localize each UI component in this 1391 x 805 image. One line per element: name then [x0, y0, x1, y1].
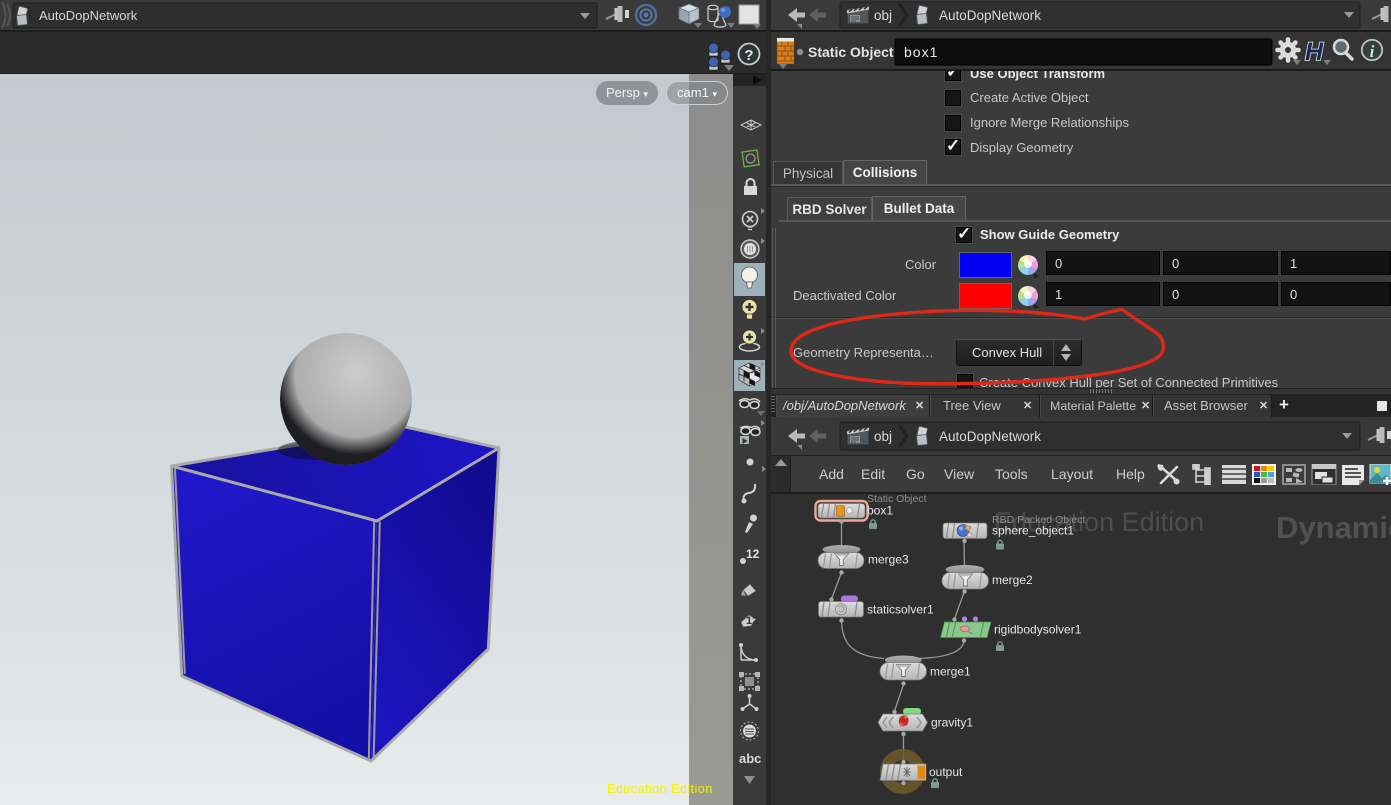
svg-text:Dynamic: Dynamic: [1276, 510, 1391, 545]
svg-text:12: 12: [746, 547, 760, 561]
svg-text:?: ?: [744, 47, 753, 64]
svg-text:merge3: merge3: [868, 553, 909, 567]
svg-text:rigidbodysolver1: rigidbodysolver1: [994, 623, 1082, 637]
svg-text:box1: box1: [904, 44, 938, 60]
svg-text:abc: abc: [739, 751, 761, 766]
svg-text:12: 12: [746, 615, 758, 627]
svg-text:output: output: [929, 765, 963, 779]
svg-text:H: H: [1305, 38, 1324, 66]
svg-text:AutoDopNetwork: AutoDopNetwork: [939, 429, 1041, 444]
svg-text:box1: box1: [867, 504, 893, 518]
svg-text:obj: obj: [874, 429, 892, 444]
svg-text:AutoDopNetwork: AutoDopNetwork: [939, 8, 1041, 23]
svg-text:sphere_object1: sphere_object1: [992, 524, 1074, 538]
svg-text:Static Object: Static Object: [808, 44, 894, 60]
svg-text:i: i: [1370, 42, 1375, 61]
svg-text:AutoDopNetwork: AutoDopNetwork: [39, 8, 138, 23]
svg-text:staticsolver1: staticsolver1: [867, 603, 934, 617]
svg-text:merge2: merge2: [992, 573, 1033, 587]
svg-text:obj: obj: [874, 8, 892, 23]
svg-text:merge1: merge1: [930, 665, 971, 679]
svg-text:gravity1: gravity1: [931, 716, 973, 730]
